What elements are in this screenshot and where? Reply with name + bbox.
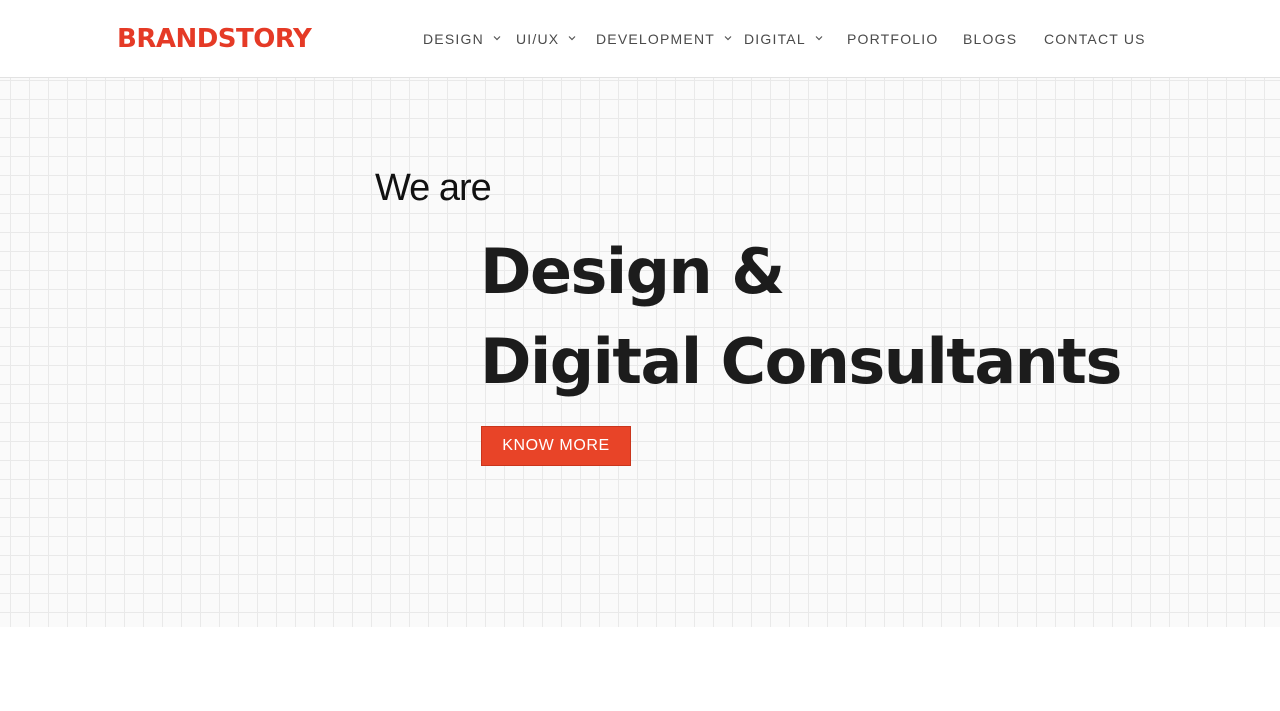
chevron-down-icon	[493, 34, 501, 42]
nav-label: BLOGS	[963, 31, 1018, 47]
nav-label: DESIGN	[423, 31, 484, 47]
chevron-down-icon	[815, 34, 823, 42]
site-header: BRANDSTORY DESIGN UI/UX DEVELOPMENT DIGI…	[0, 0, 1280, 78]
know-more-button[interactable]: KNOW MORE	[481, 426, 631, 466]
hero-intro: We are	[375, 167, 492, 209]
nav-label: PORTFOLIO	[847, 31, 939, 47]
main-nav: DESIGN UI/UX DEVELOPMENT DIGITAL PORTFOL…	[0, 30, 1280, 48]
nav-label: UI/UX	[516, 31, 560, 47]
hero-section: We are Design & Digital Consultants KNOW…	[0, 78, 1280, 627]
nav-item-contact-us[interactable]: CONTACT US	[1044, 30, 1146, 48]
nav-item-digital[interactable]: DIGITAL	[744, 30, 823, 48]
nav-label: CONTACT US	[1044, 31, 1146, 47]
nav-item-blogs[interactable]: BLOGS	[963, 30, 1017, 48]
chevron-down-icon	[724, 34, 732, 42]
nav-item-development[interactable]: DEVELOPMENT	[596, 30, 732, 48]
nav-label: DEVELOPMENT	[596, 31, 715, 47]
hero-headline-line2: Digital Consultants	[480, 325, 1122, 398]
nav-item-design[interactable]: DESIGN	[423, 30, 501, 48]
nav-item-portfolio[interactable]: PORTFOLIO	[847, 30, 938, 48]
chevron-down-icon	[568, 34, 576, 42]
hero-headline-line1: Design &	[480, 235, 785, 308]
nav-label: DIGITAL	[744, 31, 806, 47]
nav-item-uiux[interactable]: UI/UX	[516, 30, 576, 48]
